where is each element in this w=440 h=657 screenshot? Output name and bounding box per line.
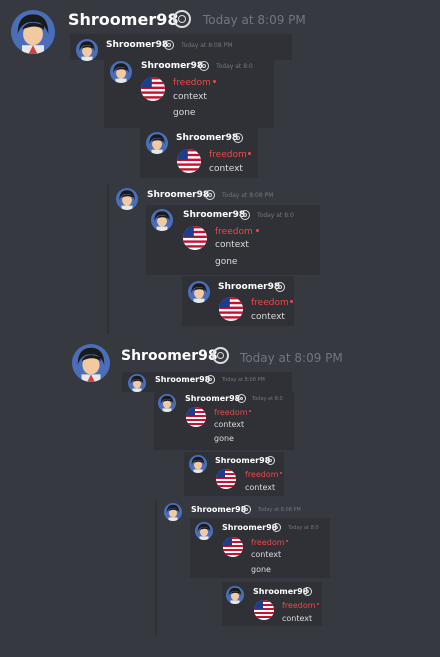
spiral-badge-icon bbox=[205, 190, 215, 200]
avatar[interactable] bbox=[76, 39, 98, 61]
username[interactable]: Shroomer98 bbox=[68, 10, 178, 29]
spiral-badge-icon bbox=[212, 347, 229, 364]
reply-text-gone: gone bbox=[215, 257, 238, 267]
avatar[interactable] bbox=[158, 394, 176, 412]
us-flag-sphere-icon bbox=[186, 407, 206, 427]
reply-text-freedom: freedom bbox=[173, 78, 211, 88]
username[interactable]: Shroomer98 bbox=[222, 523, 277, 532]
reply-text-freedom: freedom bbox=[282, 601, 316, 610]
red-dot-icon bbox=[256, 229, 259, 232]
red-dot-icon bbox=[249, 410, 251, 412]
avatar[interactable] bbox=[195, 522, 213, 540]
reply-text-freedom: freedom bbox=[209, 150, 247, 160]
red-dot-icon bbox=[290, 300, 293, 303]
spiral-badge-icon bbox=[199, 61, 209, 71]
spiral-badge-icon bbox=[173, 10, 191, 28]
timestamp: Today at 8:08 PM bbox=[222, 377, 265, 383]
timestamp: Today at 8:09 PM bbox=[240, 351, 343, 365]
red-dot-icon bbox=[317, 603, 319, 605]
username[interactable]: Shroomer98 bbox=[183, 210, 245, 220]
avatar[interactable] bbox=[72, 344, 110, 382]
avatar[interactable] bbox=[11, 10, 55, 54]
username[interactable]: Shroomer98 bbox=[176, 133, 238, 143]
timestamp: Today at 8:0 bbox=[216, 63, 253, 70]
reply-text-gone: gone bbox=[173, 108, 196, 118]
spiral-badge-icon bbox=[266, 456, 275, 465]
avatar[interactable] bbox=[146, 132, 168, 154]
avatar[interactable] bbox=[110, 61, 132, 83]
username[interactable]: Shroomer98 bbox=[215, 456, 270, 465]
username[interactable]: Shroomer98 bbox=[121, 348, 218, 364]
reply-text-freedom: freedom bbox=[251, 298, 289, 308]
username[interactable]: Shroomer98 bbox=[191, 505, 246, 514]
us-flag-sphere-icon bbox=[216, 469, 236, 489]
username[interactable]: Shroomer98 bbox=[147, 190, 209, 200]
timestamp: Today at 8:08 PM bbox=[181, 42, 233, 49]
username[interactable]: Shroomer98 bbox=[185, 394, 240, 403]
timestamp: Today at 8:09 PM bbox=[203, 13, 306, 27]
username[interactable]: Shroomer98 bbox=[155, 375, 210, 384]
username[interactable]: Shroomer98 bbox=[218, 282, 280, 292]
reply-text-context: context bbox=[245, 483, 276, 492]
avatar[interactable] bbox=[128, 374, 146, 392]
spiral-badge-icon bbox=[272, 523, 281, 532]
reply-text-freedom: freedom bbox=[215, 227, 253, 237]
spiral-badge-icon bbox=[242, 505, 251, 514]
spiral-badge-icon bbox=[303, 587, 312, 596]
reply-text-context: context bbox=[282, 614, 313, 623]
username[interactable]: Shroomer98 bbox=[141, 61, 203, 71]
timestamp: Today at 8:0 bbox=[257, 212, 294, 219]
avatar[interactable] bbox=[116, 188, 138, 210]
avatar[interactable] bbox=[188, 281, 210, 303]
reply-text-context: context bbox=[251, 550, 282, 559]
avatar[interactable] bbox=[226, 586, 244, 604]
timestamp: Today at 8:08 PM bbox=[258, 507, 301, 513]
us-flag-sphere-icon bbox=[141, 77, 165, 101]
reply-text-freedom: freedom bbox=[214, 408, 248, 417]
red-dot-icon bbox=[248, 152, 251, 155]
reply-text-context: context bbox=[215, 240, 249, 250]
spiral-badge-icon bbox=[237, 394, 246, 403]
reply-text-context: context bbox=[214, 420, 245, 429]
reply-text-context: context bbox=[173, 92, 207, 102]
thread-line bbox=[155, 500, 157, 635]
red-dot-icon bbox=[213, 80, 216, 83]
us-flag-sphere-icon bbox=[254, 600, 274, 620]
reply-text-gone: gone bbox=[214, 434, 234, 443]
us-flag-sphere-icon bbox=[177, 149, 201, 173]
timestamp: Today at 8:0 bbox=[288, 525, 319, 531]
username[interactable]: Shroomer98 bbox=[106, 40, 168, 50]
us-flag-sphere-icon bbox=[219, 297, 243, 321]
avatar[interactable] bbox=[164, 503, 182, 521]
timestamp: Today at 8:0 bbox=[252, 396, 283, 402]
spiral-badge-icon bbox=[164, 40, 174, 50]
spiral-badge-icon bbox=[206, 375, 215, 384]
us-flag-sphere-icon bbox=[223, 537, 243, 557]
username[interactable]: Shroomer98 bbox=[253, 587, 308, 596]
reply-text-gone: gone bbox=[251, 565, 271, 574]
red-dot-icon bbox=[286, 540, 288, 542]
spiral-badge-icon bbox=[240, 210, 250, 220]
timestamp: Today at 8:08 PM bbox=[222, 192, 274, 199]
reply-text-context: context bbox=[209, 164, 243, 174]
reply-text-freedom: freedom bbox=[251, 538, 285, 547]
avatar[interactable] bbox=[189, 455, 207, 473]
us-flag-sphere-icon bbox=[183, 226, 207, 250]
red-dot-icon bbox=[280, 472, 282, 474]
spiral-badge-icon bbox=[275, 282, 285, 292]
reply-text-freedom: freedom bbox=[245, 470, 279, 479]
reply-text-context: context bbox=[251, 312, 285, 322]
spiral-badge-icon bbox=[233, 133, 243, 143]
thread-line bbox=[107, 184, 109, 334]
avatar[interactable] bbox=[151, 209, 173, 231]
